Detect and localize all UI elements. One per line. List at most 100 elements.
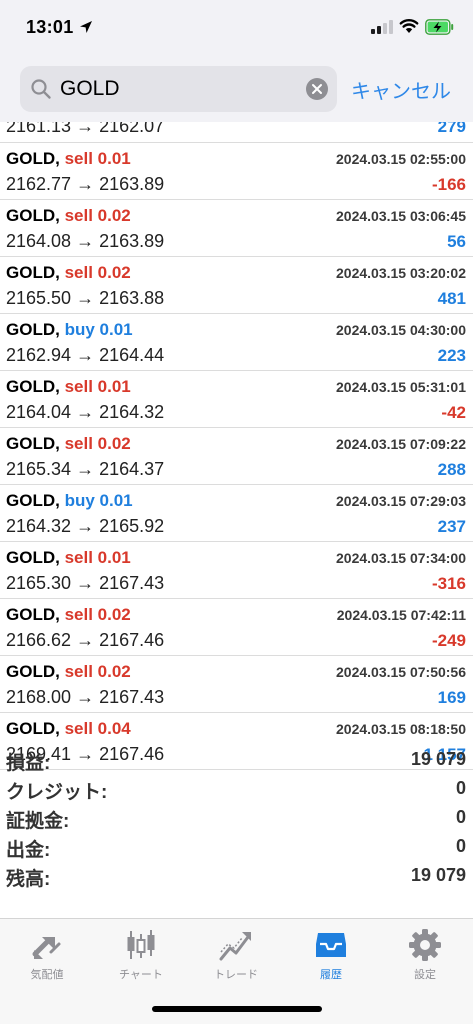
quotes-arrows-icon bbox=[32, 937, 61, 959]
trade-time: 2024.03.15 05:31:01 bbox=[336, 379, 466, 395]
tab-settings[interactable]: 設定 bbox=[378, 928, 472, 982]
tab-label: 気配値 bbox=[30, 969, 64, 981]
trade-profit: 279 bbox=[437, 122, 466, 136]
search-icon bbox=[31, 79, 51, 99]
symbol-name: GOLD, bbox=[6, 605, 60, 624]
battery-charging-icon bbox=[425, 19, 454, 35]
trade-prices: 2165.30 → 2167.43 bbox=[6, 573, 165, 593]
symbol-name: GOLD, bbox=[6, 491, 60, 510]
trade-time: 2024.03.15 03:20:02 bbox=[336, 265, 466, 281]
tab-trade[interactable]: トレード bbox=[189, 928, 283, 982]
symbol-name: GOLD, bbox=[6, 548, 60, 567]
symbol-name: GOLD, bbox=[6, 320, 60, 339]
trade-side-volume: sell 0.02 bbox=[64, 605, 131, 624]
tab-label: 履歴 bbox=[320, 969, 342, 981]
trade-symbol: GOLD, buy 0.01 bbox=[6, 491, 133, 511]
trade-side-volume: buy 0.01 bbox=[64, 320, 133, 339]
account-summary: 損益: 19 079 クレジット: 0 証拠金: 0 出金: 0 残高: 19 079 bbox=[0, 745, 473, 890]
search-query: GOLD bbox=[60, 77, 120, 100]
trade-profit: 223 bbox=[437, 346, 466, 365]
trade-symbol: GOLD, sell 0.04 bbox=[6, 719, 131, 739]
trade-symbol: GOLD, sell 0.02 bbox=[6, 662, 131, 682]
trade-prices: 2164.08 → 2163.89 bbox=[6, 231, 165, 251]
trade-time: 2024.03.15 07:09:22 bbox=[336, 436, 466, 452]
history-inbox-icon bbox=[316, 933, 346, 957]
list-item[interactable]: GOLD, sell 0.02 2024.03.15 03:20:02 2165.5… bbox=[0, 257, 473, 314]
list-item[interactable]: GOLD, buy 0.01 2024.03.15 04:30:00 2162.94… bbox=[0, 314, 473, 371]
status-time: 13:01 bbox=[26, 17, 74, 37]
trade-time: 2024.03.15 07:29:03 bbox=[336, 493, 466, 509]
symbol-name: GOLD, bbox=[6, 149, 60, 168]
trade-symbol: GOLD, sell 0.02 bbox=[6, 605, 131, 625]
trade-profit: 288 bbox=[437, 460, 466, 479]
summary-row: 証拠金: 0 bbox=[0, 803, 473, 832]
list-item[interactable]: GOLD, sell 0.01 2024.03.15 05:31:01 2164.0… bbox=[0, 371, 473, 428]
chart-candles-icon bbox=[127, 930, 155, 959]
trade-side-volume: sell 0.02 bbox=[64, 263, 131, 282]
trade-profit: 481 bbox=[437, 289, 466, 308]
trade-symbol: GOLD, buy 0.01 bbox=[6, 320, 133, 340]
symbol-name: GOLD, bbox=[6, 719, 60, 738]
trade-side-volume: sell 0.02 bbox=[64, 206, 131, 225]
summary-row: 残高: 19 079 bbox=[0, 861, 473, 890]
tab-history[interactable]: 履歴 bbox=[284, 928, 378, 982]
summary-value: 0 bbox=[455, 807, 466, 827]
trade-history-list: 2161.13 → 2162.07 279 GOLD, sell 0.01 202… bbox=[0, 122, 473, 770]
trade-prices: 2164.04 → 2164.32 bbox=[6, 402, 165, 422]
trade-prices: 2162.94 → 2164.44 bbox=[6, 345, 165, 365]
summary-row: 出金: 0 bbox=[0, 832, 473, 861]
summary-value: 19 079 bbox=[410, 749, 466, 769]
summary-label: 証拠金: bbox=[6, 811, 70, 832]
trade-time: 2024.03.15 08:18:50 bbox=[336, 721, 466, 737]
trade-symbol: GOLD, sell 0.02 bbox=[6, 206, 131, 226]
location-arrow-icon bbox=[80, 21, 92, 33]
symbol-name: GOLD, bbox=[6, 377, 60, 396]
list-item[interactable]: GOLD, sell 0.02 2024.03.15 03:06:45 2164.0… bbox=[0, 200, 473, 257]
cancel-button[interactable]: キャンセル bbox=[351, 75, 451, 104]
trade-time: 2024.03.15 07:50:56 bbox=[336, 664, 466, 680]
trade-profit: -166 bbox=[431, 175, 466, 194]
tab-label: トレード bbox=[214, 969, 258, 981]
symbol-name: GOLD, bbox=[6, 263, 60, 282]
trade-prices: 2165.50 → 2163.88 bbox=[6, 288, 165, 308]
list-item[interactable]: 2161.13 → 2162.07 279 bbox=[0, 122, 473, 143]
list-item[interactable]: GOLD, sell 0.01 2024.03.15 02:55:00 2162.7… bbox=[0, 143, 473, 200]
trade-prices: 2161.13 → 2162.07 bbox=[6, 122, 165, 136]
clear-search-button[interactable] bbox=[306, 78, 328, 100]
cellular-signal-icon bbox=[371, 20, 393, 34]
summary-value: 19 079 bbox=[410, 865, 466, 885]
trade-prices: 2168.00 → 2167.43 bbox=[6, 687, 165, 707]
trade-side-volume: sell 0.04 bbox=[64, 719, 131, 738]
tab-label: チャート bbox=[119, 969, 163, 981]
trade-profit: -249 bbox=[431, 631, 466, 650]
trade-chart-icon bbox=[219, 932, 251, 961]
home-indicator bbox=[152, 1006, 322, 1012]
summary-row: 損益: 19 079 bbox=[0, 745, 473, 774]
wifi-icon bbox=[399, 19, 419, 33]
tab-chart[interactable]: チャート bbox=[94, 928, 188, 982]
gear-icon bbox=[409, 929, 441, 961]
summary-label: 出金: bbox=[6, 840, 51, 861]
list-item[interactable]: GOLD, buy 0.01 2024.03.15 07:29:03 2164.32… bbox=[0, 485, 473, 542]
summary-label: クレジット: bbox=[6, 782, 108, 803]
summary-label: 残高: bbox=[6, 869, 51, 890]
trade-symbol: GOLD, sell 0.01 bbox=[6, 548, 131, 568]
symbol-name: GOLD, bbox=[6, 662, 60, 681]
trade-symbol: GOLD, sell 0.01 bbox=[6, 377, 131, 397]
list-item[interactable]: GOLD, sell 0.02 2024.03.15 07:09:22 2165.3… bbox=[0, 428, 473, 485]
search-input[interactable]: GOLD bbox=[20, 66, 337, 112]
list-item[interactable]: GOLD, sell 0.01 2024.03.15 07:34:00 2165.3… bbox=[0, 542, 473, 599]
trade-side-volume: buy 0.01 bbox=[64, 491, 133, 510]
trade-side-volume: sell 0.02 bbox=[64, 434, 131, 453]
trade-side-volume: sell 0.01 bbox=[64, 149, 131, 168]
status-bar: 13:01 bbox=[0, 0, 473, 58]
summary-value: 0 bbox=[455, 778, 466, 798]
trade-time: 2024.03.15 02:55:00 bbox=[336, 151, 466, 167]
trade-side-volume: sell 0.02 bbox=[64, 662, 131, 681]
trade-side-volume: sell 0.01 bbox=[64, 377, 131, 396]
list-item[interactable]: GOLD, sell 0.02 2024.03.15 07:42:11 2166.6… bbox=[0, 599, 473, 656]
tab-quotes[interactable]: 気配値 bbox=[0, 928, 94, 982]
trade-profit: -316 bbox=[431, 574, 466, 593]
trade-side-volume: sell 0.01 bbox=[64, 548, 131, 567]
list-item[interactable]: GOLD, sell 0.02 2024.03.15 07:50:56 2168.0… bbox=[0, 656, 473, 713]
